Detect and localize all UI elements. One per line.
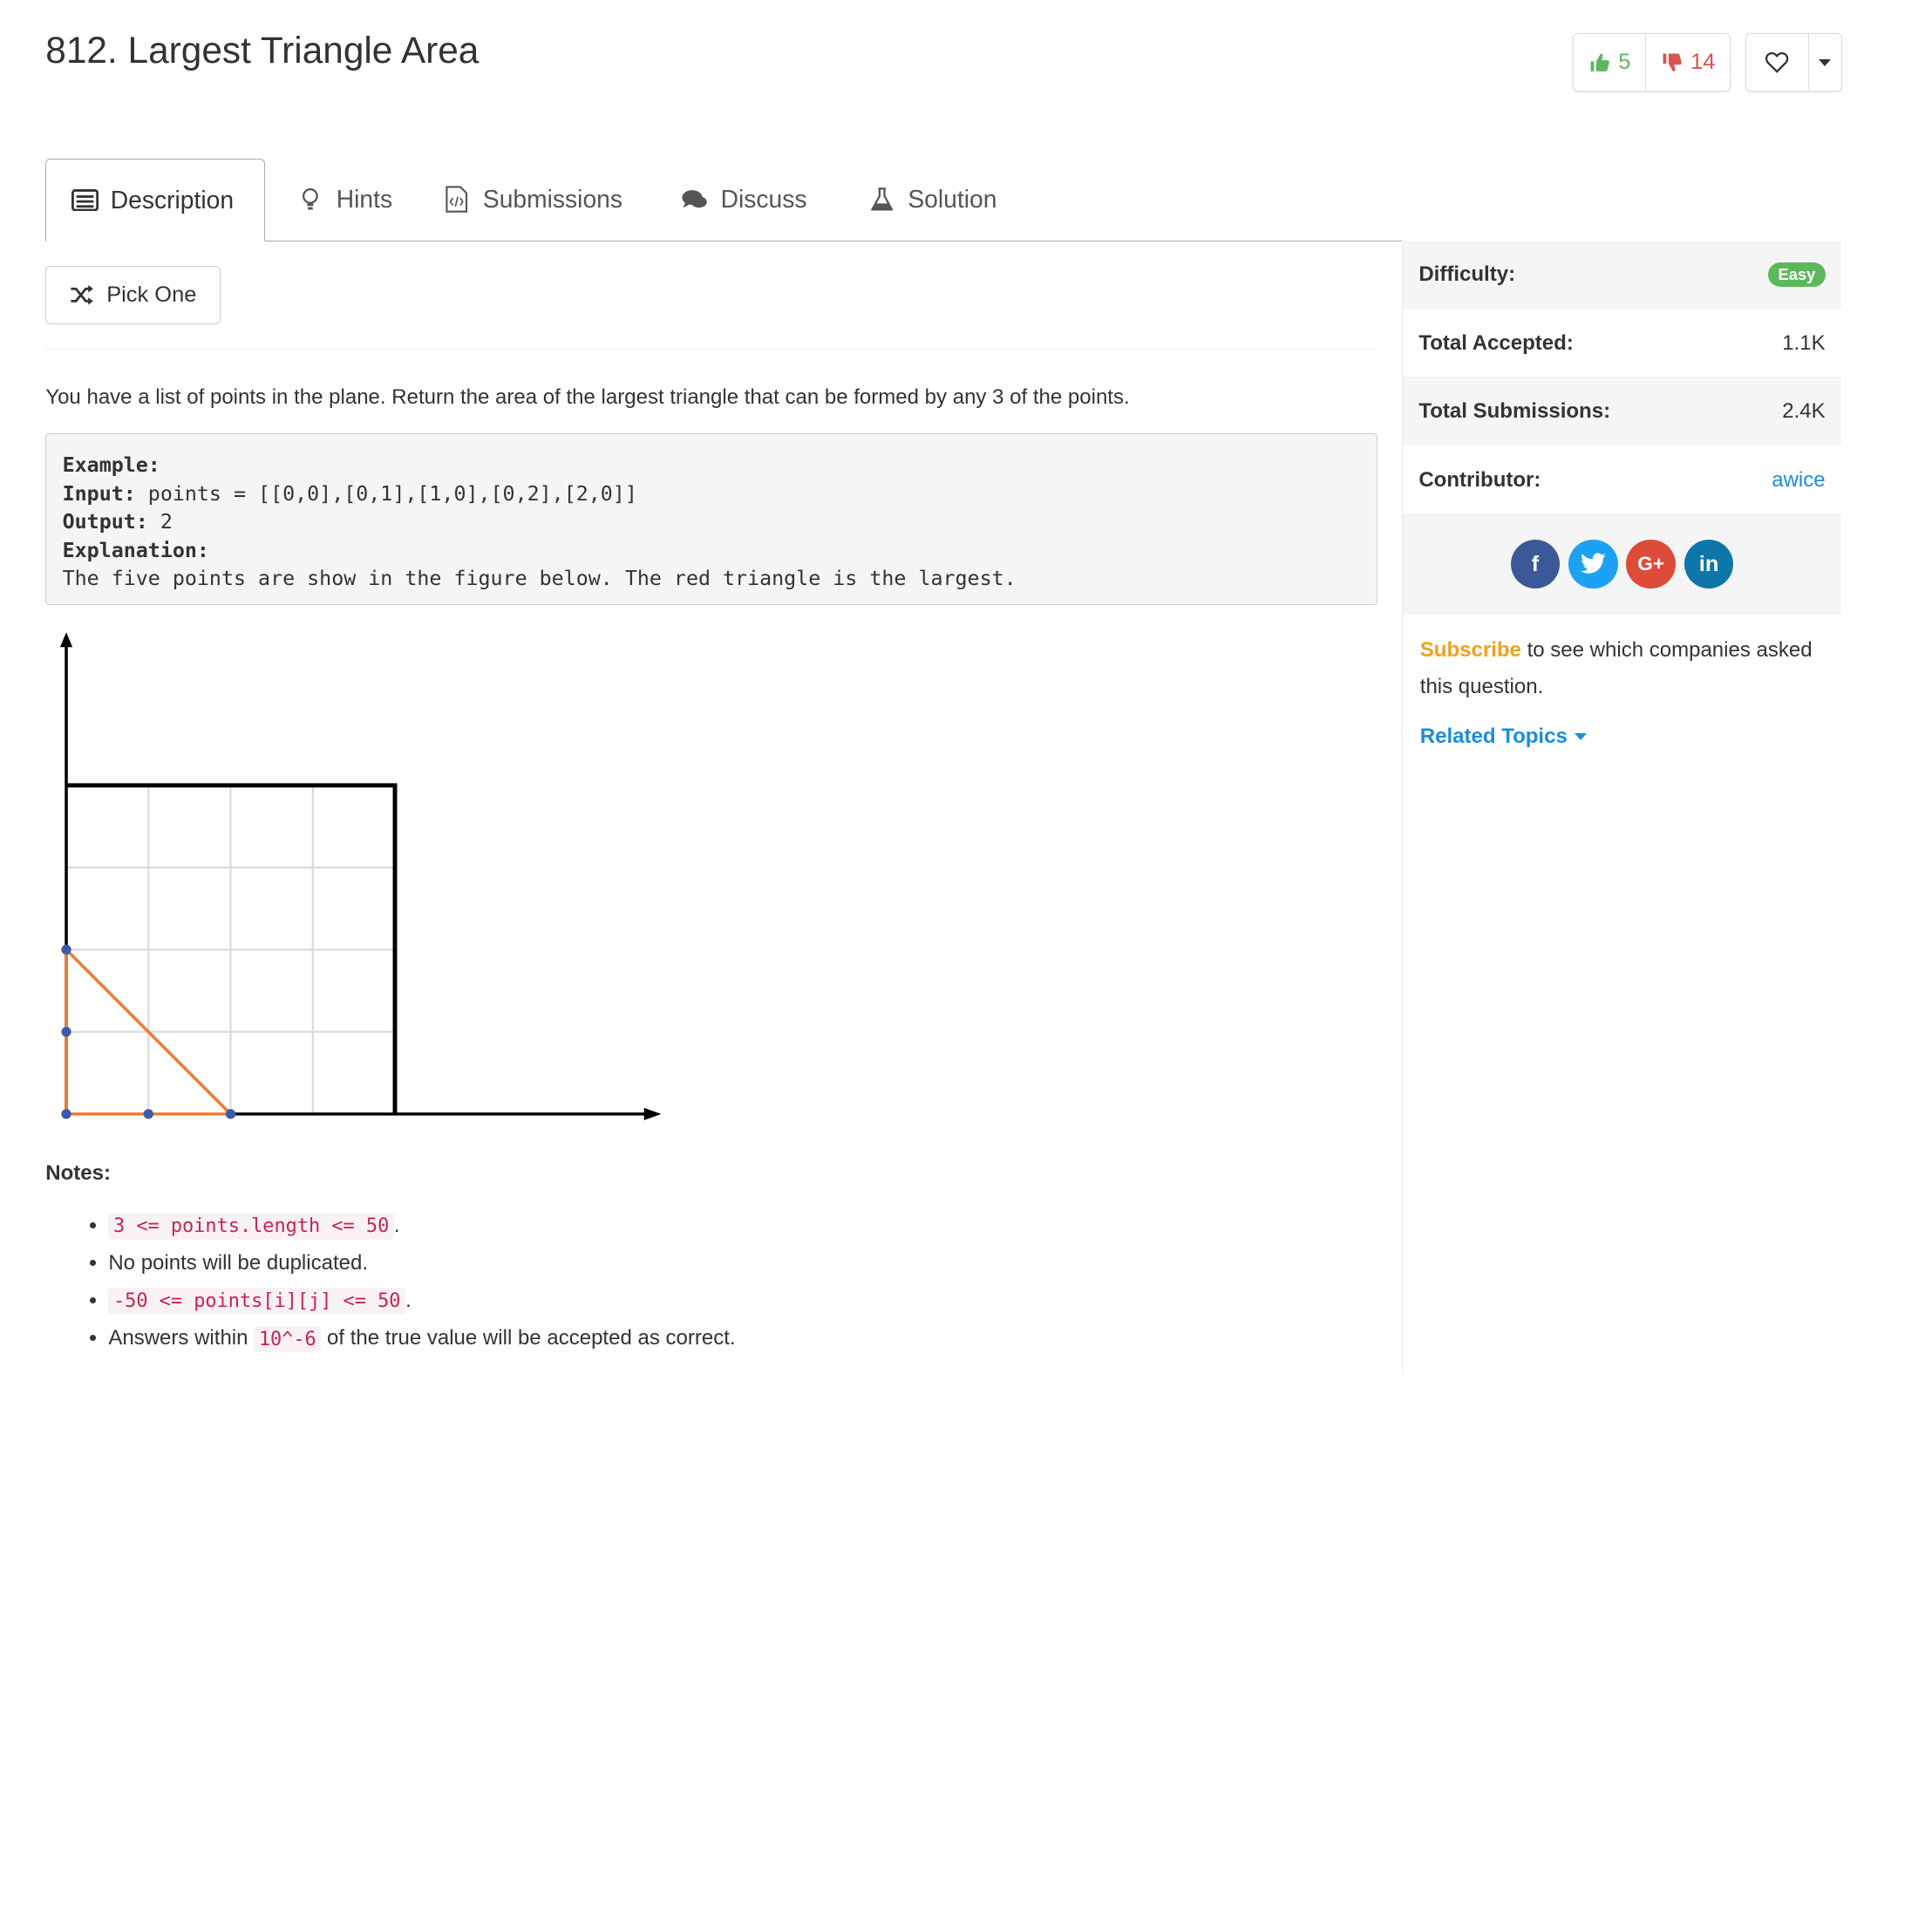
problem-description: You have a list of points in the plane. … bbox=[45, 385, 1130, 410]
comments-icon bbox=[681, 186, 708, 213]
dislike-button[interactable]: 14 bbox=[1645, 34, 1730, 92]
submissions-label: Total Submissions: bbox=[1418, 398, 1611, 423]
note-item: No points will be duplicated. bbox=[108, 1245, 735, 1282]
favorite-dropdown-button[interactable] bbox=[1807, 34, 1841, 92]
note-item: -50 <= points[i][j] <= 50. bbox=[108, 1282, 735, 1320]
pick-one-button[interactable]: Pick One bbox=[45, 266, 221, 324]
problem-tabs: Description Hints Submissions Discuss So… bbox=[45, 159, 1840, 242]
example-heading: Example: bbox=[62, 453, 160, 478]
chevron-down-icon bbox=[1819, 58, 1832, 66]
tab-solution[interactable]: Solution bbox=[868, 159, 997, 240]
sidebar: Difficulty: Easy Total Accepted: 1.1K To… bbox=[1401, 240, 1841, 1374]
like-button[interactable]: 5 bbox=[1574, 34, 1645, 91]
google-plus-icon[interactable]: G+ bbox=[1626, 539, 1676, 589]
thumbs-up-icon bbox=[1590, 53, 1610, 71]
chevron-down-icon bbox=[1575, 732, 1588, 740]
x-axis-arrow bbox=[643, 1107, 662, 1120]
tab-submissions[interactable]: Submissions bbox=[444, 159, 622, 240]
note-code: 10^-6 bbox=[254, 1325, 322, 1353]
favorite-group bbox=[1745, 33, 1842, 92]
note-suffix: . bbox=[405, 1289, 412, 1313]
heart-icon bbox=[1765, 51, 1789, 73]
points-figure bbox=[60, 631, 662, 1120]
note-prefix: Answers within bbox=[108, 1326, 255, 1350]
explanation-label: Explanation: bbox=[62, 538, 209, 562]
flask-icon bbox=[868, 186, 895, 213]
twitter-icon[interactable] bbox=[1568, 539, 1618, 589]
notes-list: 3 <= points.length <= 50. No points will… bbox=[78, 1208, 736, 1358]
linkedin-icon[interactable]: in bbox=[1684, 539, 1734, 589]
data-point bbox=[61, 1026, 71, 1037]
note-item: 3 <= points.length <= 50. bbox=[108, 1208, 735, 1245]
pick-one-label: Pick One bbox=[106, 282, 197, 307]
submissions-value: 2.4K bbox=[1782, 398, 1826, 423]
page-title: 812. Largest Triangle Area bbox=[45, 29, 480, 71]
input-value: points = [[0,0],[0,1],[1,0],[0,2],[2,0]] bbox=[135, 481, 637, 506]
data-point bbox=[61, 944, 71, 955]
example-block: Example: Input: points = [[0,0],[0,1],[1… bbox=[45, 433, 1377, 605]
list-alt-icon bbox=[71, 187, 99, 214]
tab-label: Submissions bbox=[482, 185, 623, 214]
data-point bbox=[143, 1108, 154, 1119]
accepted-value: 1.1K bbox=[1782, 331, 1826, 356]
data-point bbox=[61, 1108, 71, 1119]
difficulty-badge: Easy bbox=[1768, 262, 1826, 287]
submissions-row: Total Submissions: 2.4K bbox=[1402, 377, 1841, 446]
random-icon bbox=[71, 285, 93, 305]
facebook-icon[interactable]: f bbox=[1510, 539, 1561, 589]
social-share-row: f G+ in bbox=[1402, 514, 1841, 616]
difficulty-row: Difficulty: Easy bbox=[1402, 240, 1841, 310]
output-label: Output: bbox=[62, 510, 148, 534]
note-code: 3 <= points.length <= 50 bbox=[108, 1212, 394, 1240]
contributor-link[interactable]: awice bbox=[1772, 468, 1825, 493]
tab-description[interactable]: Description bbox=[45, 159, 265, 242]
output-value: 2 bbox=[147, 510, 173, 534]
tab-label: Hints bbox=[336, 185, 393, 214]
difficulty-label: Difficulty: bbox=[1418, 262, 1516, 287]
note-text: No points will be duplicated. bbox=[108, 1250, 369, 1275]
dislike-count: 14 bbox=[1690, 50, 1716, 75]
related-topics-label: Related Topics bbox=[1419, 724, 1568, 748]
note-suffix: . bbox=[393, 1213, 400, 1237]
notes-title: Notes: bbox=[45, 1161, 111, 1186]
tab-label: Discuss bbox=[720, 185, 807, 214]
thumbs-down-icon bbox=[1663, 53, 1683, 71]
explanation-text: The five points are show in the figure b… bbox=[62, 567, 1017, 591]
note-item: Answers within 10^-6 of the true value w… bbox=[108, 1320, 736, 1357]
problem-page: 812. Largest Triangle Area 5 14 Descript… bbox=[0, 0, 1925, 1932]
accepted-row: Total Accepted: 1.1K bbox=[1403, 310, 1841, 378]
note-code: -50 <= points[i][j] <= 50 bbox=[108, 1288, 406, 1316]
lightbulb-icon bbox=[297, 186, 324, 213]
input-label: Input: bbox=[62, 481, 136, 506]
data-point bbox=[226, 1108, 236, 1119]
related-topics-toggle[interactable]: Related Topics bbox=[1420, 724, 1588, 749]
subscribe-note: Subscribe to see which companies asked t… bbox=[1420, 632, 1826, 706]
accepted-label: Total Accepted: bbox=[1418, 331, 1574, 356]
tab-label: Solution bbox=[908, 185, 997, 214]
y-axis-arrow bbox=[60, 631, 73, 647]
subscribe-link[interactable]: Subscribe bbox=[1420, 638, 1521, 662]
tab-label: Description bbox=[110, 186, 235, 214]
favorite-button[interactable] bbox=[1746, 34, 1808, 91]
contributor-label: Contributor: bbox=[1418, 468, 1541, 493]
file-code-icon bbox=[444, 186, 471, 214]
like-count: 5 bbox=[1618, 50, 1631, 75]
divider bbox=[45, 348, 1379, 350]
note-suffix: of the true value will be accepted as co… bbox=[321, 1326, 736, 1350]
tab-discuss[interactable]: Discuss bbox=[681, 159, 806, 240]
tab-hints[interactable]: Hints bbox=[297, 159, 393, 240]
contributor-row: Contributor: awice bbox=[1403, 446, 1841, 515]
vote-group: 5 14 bbox=[1573, 33, 1731, 92]
